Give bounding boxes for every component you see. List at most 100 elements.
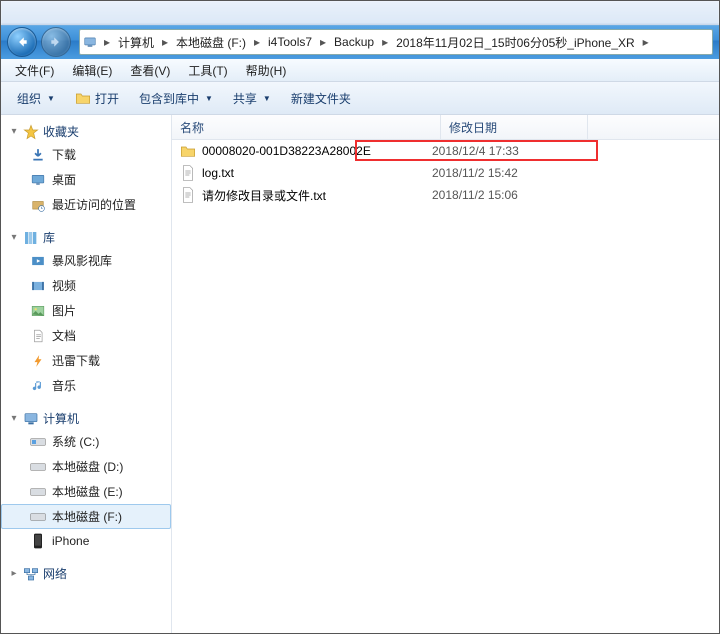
file-rows[interactable]: 00008020-001D38223A28002E 2018/12/4 17:3… (172, 140, 719, 633)
network-label: 网络 (43, 565, 67, 582)
library-icon (23, 230, 39, 246)
sidebar-item-drive-d[interactable]: 本地磁盘 (D:) (1, 454, 171, 479)
sidebar-item-desktop[interactable]: 桌面 (1, 167, 171, 192)
text-file-icon (180, 165, 196, 181)
sidebar-item-label: 迅雷下载 (52, 352, 100, 369)
newfolder-label: 新建文件夹 (291, 90, 351, 107)
sidebar-item-documents[interactable]: 文档 (1, 323, 171, 348)
computer-group: ▾ 计算机 系统 (C:) 本地磁盘 (D:) 本地磁盘 (E:) 本地磁盘 (… (1, 408, 171, 553)
share-button[interactable]: 共享 ▼ (225, 87, 279, 110)
computer-icon (23, 411, 39, 427)
sidebar-item-label: 最近访问的位置 (52, 196, 136, 213)
nav-bar: ▸ 计算机 ▸ 本地磁盘 (F:) ▸ i4Tools7 ▸ Backup ▸ … (1, 25, 719, 59)
video-lib-icon (30, 253, 46, 269)
sidebar-item-label: 本地磁盘 (E:) (52, 483, 123, 500)
network-header[interactable]: ▸ 网络 (1, 563, 171, 584)
sidebar-item-downloads[interactable]: 下载 (1, 142, 171, 167)
expand-icon: ▸ (9, 569, 19, 579)
chevron-down-icon: ▼ (205, 94, 213, 103)
drive-sys-icon (30, 434, 46, 450)
file-name: 请勿修改目录或文件.txt (202, 187, 326, 204)
chevron-right-icon: ▸ (100, 35, 114, 49)
sidebar-item-drive-e[interactable]: 本地磁盘 (E:) (1, 479, 171, 504)
network-icon (23, 566, 39, 582)
arrow-left-icon (15, 35, 29, 49)
documents-icon (30, 328, 46, 344)
xunlei-icon (30, 353, 46, 369)
computer-header[interactable]: ▾ 计算机 (1, 408, 171, 429)
back-button[interactable] (7, 27, 37, 57)
include-button[interactable]: 包含到库中▼ (131, 87, 221, 110)
collapse-icon: ▾ (9, 127, 19, 137)
breadcrumb-segment[interactable]: i4Tools7 (264, 35, 316, 49)
organize-label: 组织 (17, 90, 41, 107)
chevron-down-icon: ▼ (47, 94, 55, 103)
column-date[interactable]: 修改日期 (441, 115, 588, 139)
pictures-icon (30, 303, 46, 319)
list-item[interactable]: log.txt 2018/11/2 15:42 (172, 162, 719, 184)
sidebar-item-recent[interactable]: 最近访问的位置 (1, 192, 171, 217)
nav-pane[interactable]: ▾ 收藏夹 下载 桌面 最近访问的位置 ▾ 库 暴风影视库 视频 图片 文档 迅… (1, 115, 172, 633)
favorites-label: 收藏夹 (43, 123, 79, 140)
recent-icon (30, 197, 46, 213)
menu-view[interactable]: 查看(V) (122, 60, 178, 81)
sidebar-item-label: 文档 (52, 327, 76, 344)
breadcrumb-segment[interactable]: 计算机 (114, 34, 158, 51)
sidebar-item-label: 本地磁盘 (D:) (52, 458, 123, 475)
open-label: 打开 (95, 90, 119, 107)
column-headers: 名称 修改日期 (172, 115, 719, 140)
list-item[interactable]: 00008020-001D38223A28002E 2018/12/4 17:3… (172, 140, 719, 162)
body-split: ▾ 收藏夹 下载 桌面 最近访问的位置 ▾ 库 暴风影视库 视频 图片 文档 迅… (1, 115, 719, 633)
desktop-icon (30, 172, 46, 188)
sidebar-item-baofeng[interactable]: 暴风影视库 (1, 248, 171, 273)
computer-icon (80, 35, 100, 49)
video-icon (30, 278, 46, 294)
sidebar-item-label: iPhone (52, 534, 89, 548)
chevron-right-icon: ▸ (378, 35, 392, 49)
sidebar-item-xunlei[interactable]: 迅雷下载 (1, 348, 171, 373)
sidebar-item-videos[interactable]: 视频 (1, 273, 171, 298)
breadcrumb-segment[interactable]: Backup (330, 35, 378, 49)
sidebar-item-label: 暴风影视库 (52, 252, 112, 269)
titlebar-obscured (1, 1, 719, 25)
network-group: ▸ 网络 (1, 563, 171, 584)
column-name[interactable]: 名称 (172, 115, 441, 139)
breadcrumb-segment[interactable]: 本地磁盘 (F:) (172, 34, 250, 51)
sidebar-item-label: 系统 (C:) (52, 433, 99, 450)
sidebar-item-label: 本地磁盘 (F:) (52, 508, 122, 525)
chevron-right-icon: ▸ (250, 35, 264, 49)
iphone-icon (30, 533, 46, 549)
sidebar-item-iphone[interactable]: iPhone (1, 529, 171, 553)
sidebar-item-drive-f[interactable]: 本地磁盘 (F:) (1, 504, 171, 529)
breadcrumb[interactable]: ▸ 计算机 ▸ 本地磁盘 (F:) ▸ i4Tools7 ▸ Backup ▸ … (79, 29, 713, 55)
menu-bar: 文件(F) 编辑(E) 查看(V) 工具(T) 帮助(H) (1, 59, 719, 82)
list-item[interactable]: 请勿修改目录或文件.txt 2018/11/2 15:06 (172, 184, 719, 206)
sidebar-item-drive-c[interactable]: 系统 (C:) (1, 429, 171, 454)
menu-help[interactable]: 帮助(H) (238, 60, 295, 81)
organize-button[interactable]: 组织 ▼ (9, 87, 63, 110)
file-name: 00008020-001D38223A28002E (202, 144, 371, 158)
file-date: 2018/11/2 15:42 (424, 166, 554, 180)
explorer-window: ▸ 计算机 ▸ 本地磁盘 (F:) ▸ i4Tools7 ▸ Backup ▸ … (0, 0, 720, 634)
sidebar-item-label: 桌面 (52, 171, 76, 188)
menu-file[interactable]: 文件(F) (7, 60, 62, 81)
breadcrumb-segment[interactable]: 2018年11月02日_15时06分05秒_iPhone_XR (392, 34, 639, 51)
menu-tools[interactable]: 工具(T) (180, 60, 235, 81)
share-label: 共享 (233, 90, 257, 107)
new-folder-button[interactable]: 新建文件夹 (283, 87, 359, 110)
sidebar-item-music[interactable]: 音乐 (1, 373, 171, 398)
libraries-header[interactable]: ▾ 库 (1, 227, 171, 248)
menu-edit[interactable]: 编辑(E) (64, 60, 120, 81)
sidebar-item-pictures[interactable]: 图片 (1, 298, 171, 323)
libraries-group: ▾ 库 暴风影视库 视频 图片 文档 迅雷下载 音乐 (1, 227, 171, 398)
chevron-down-icon: ▼ (263, 94, 271, 103)
open-button[interactable]: 打开 (67, 87, 127, 110)
drive-icon (30, 459, 46, 475)
drive-icon (30, 484, 46, 500)
download-icon (30, 147, 46, 163)
forward-button[interactable] (41, 27, 71, 57)
file-name: log.txt (202, 166, 234, 180)
favorites-header[interactable]: ▾ 收藏夹 (1, 121, 171, 142)
sidebar-item-label: 下载 (52, 146, 76, 163)
sidebar-item-label: 图片 (52, 302, 76, 319)
